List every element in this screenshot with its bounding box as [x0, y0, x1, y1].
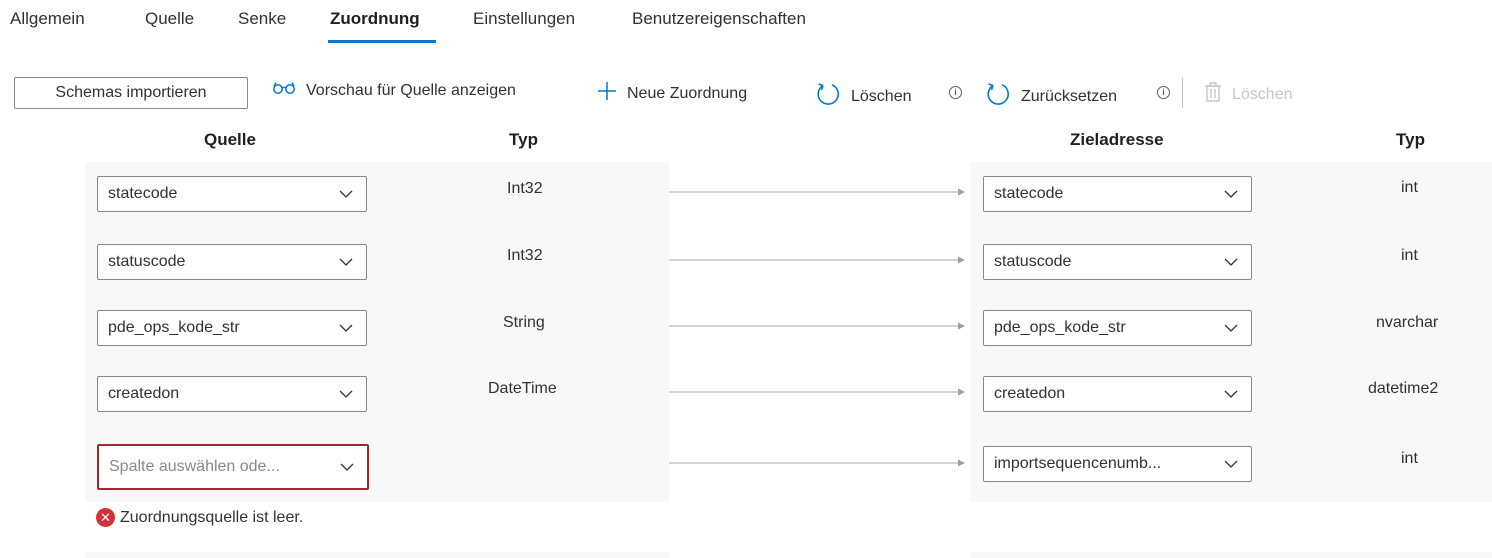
source-type: String [503, 314, 545, 331]
source-column-placeholder: Spalte auswählen ode... [109, 458, 280, 475]
chevron-down-icon [1224, 324, 1238, 332]
tab-zuordnung[interactable]: Zuordnung [330, 9, 420, 29]
chevron-down-icon [1224, 390, 1238, 398]
source-column-dropdown[interactable]: statecode [97, 176, 367, 212]
chevron-down-icon [1224, 460, 1238, 468]
tab-bar: Allgemein Quelle Senke Zuordnung Einstel… [0, 0, 1492, 46]
reset-button[interactable]: Zurücksetzen [985, 81, 1117, 112]
reset-label: Zurücksetzen [1021, 87, 1118, 105]
destination-column-dropdown[interactable]: createdon [983, 376, 1252, 412]
chevron-down-icon [340, 463, 354, 471]
import-schemas-button[interactable]: Schemas importieren [14, 77, 248, 109]
preview-source-label: Vorschau für Quelle anzeigen [306, 81, 516, 99]
chevron-down-icon [1224, 258, 1238, 266]
source-column-value: createdon [108, 385, 180, 402]
clear-info-icon[interactable]: i [949, 86, 962, 99]
destination-type: int [1401, 179, 1418, 196]
destination-column-value: importsequencenumb... [994, 455, 1162, 472]
destination-type: int [1401, 247, 1418, 264]
reset-info-icon[interactable]: i [1157, 86, 1170, 99]
destination-column-dropdown[interactable]: statecode [983, 176, 1252, 212]
tab-senke[interactable]: Senke [238, 9, 286, 29]
header-destination-type: Typ [1396, 130, 1425, 149]
destination-column-value: statecode [994, 185, 1064, 202]
header-source: Quelle [204, 130, 256, 149]
mapping-arrow [669, 188, 965, 196]
toolbar: Schemas importieren Vorschau für Quelle … [0, 74, 1492, 114]
chevron-down-icon [339, 390, 353, 398]
validation-error: ✕ Zuordnungsquelle ist leer. [96, 508, 303, 527]
source-panel-next [85, 552, 669, 558]
destination-column-dropdown[interactable]: importsequencenumb... [983, 446, 1252, 482]
chevron-down-icon [1224, 190, 1238, 198]
header-destination: Zieladresse [1070, 130, 1164, 149]
chevron-down-icon [339, 190, 353, 198]
preview-source-button[interactable]: Vorschau für Quelle anzeigen [272, 81, 516, 100]
clear-label: Löschen [851, 87, 912, 105]
header-source-type: Typ [509, 130, 538, 149]
source-column-dropdown-empty[interactable]: Spalte auswählen ode... [97, 444, 369, 490]
new-mapping-label: Neue Zuordnung [627, 84, 748, 102]
destination-column-dropdown[interactable]: statuscode [983, 244, 1252, 280]
chevron-down-icon [339, 324, 353, 332]
source-type: Int32 [507, 247, 543, 264]
tab-benutzereigenschaften[interactable]: Benutzereigenschaften [632, 9, 806, 29]
refresh-icon [815, 81, 841, 112]
source-type: DateTime [488, 380, 557, 397]
active-tab-indicator [328, 40, 436, 43]
source-column-dropdown[interactable]: statuscode [97, 244, 367, 280]
glasses-icon [272, 81, 296, 100]
mapping-arrow [669, 459, 965, 467]
destination-panel-next [970, 552, 1492, 558]
error-message: Zuordnungsquelle ist leer. [120, 508, 304, 526]
tab-einstellungen[interactable]: Einstellungen [473, 9, 575, 29]
new-mapping-button[interactable]: Neue Zuordnung [597, 81, 747, 106]
reset-icon [985, 81, 1011, 112]
delete-label: Löschen [1232, 85, 1293, 103]
destination-type: datetime2 [1368, 380, 1439, 397]
delete-button[interactable]: Löschen [1204, 81, 1293, 108]
chevron-down-icon [339, 258, 353, 266]
trash-icon [1204, 81, 1222, 108]
source-column-value: statecode [108, 185, 178, 202]
destination-column-value: createdon [994, 385, 1066, 402]
plus-icon [597, 81, 617, 106]
clear-button[interactable]: Löschen [815, 81, 912, 112]
error-icon: ✕ [96, 508, 115, 527]
destination-type: nvarchar [1376, 314, 1439, 331]
destination-column-dropdown[interactable]: pde_ops_kode_str [983, 310, 1252, 346]
source-column-value: pde_ops_kode_str [108, 319, 240, 336]
destination-column-value: statuscode [994, 253, 1072, 270]
destination-type: int [1401, 450, 1418, 467]
source-column-dropdown[interactable]: createdon [97, 376, 367, 412]
mapping-arrow [669, 256, 965, 264]
mapping-arrow [669, 322, 965, 330]
tab-quelle[interactable]: Quelle [145, 9, 194, 29]
source-column-dropdown[interactable]: pde_ops_kode_str [97, 310, 367, 346]
destination-column-value: pde_ops_kode_str [994, 319, 1126, 336]
mapping-arrow [669, 388, 965, 396]
tab-allgemein[interactable]: Allgemein [10, 9, 85, 29]
source-column-value: statuscode [108, 253, 186, 270]
toolbar-divider [1182, 78, 1183, 108]
source-type: Int32 [507, 180, 543, 197]
